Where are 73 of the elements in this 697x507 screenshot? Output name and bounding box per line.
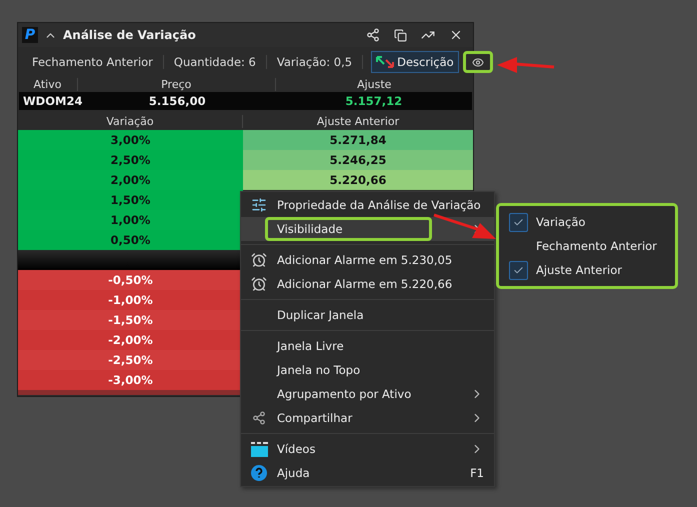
menu-item[interactable]: Propriedade da Análise de Variação [241,193,494,217]
menu-item-label: Agrupamento por Ativo [277,387,412,401]
table-cell: 1,50% [18,190,243,210]
share-icon [366,28,380,42]
menu-item[interactable]: Adicionar Alarme em 5.220,66 [241,272,494,296]
check-icon [513,264,524,276]
shortcut-label: F1 [470,466,484,480]
menu-item-label: Janela no Topo [277,363,362,377]
menu-item-label: Visibilidade [265,217,432,241]
arrows-icon [376,56,394,68]
annotation-arrow [432,213,498,241]
quote-cell-text: 5.156,00 [148,94,207,108]
menu-item-label: Janela Livre [277,339,345,353]
quote-cell-text: 5.157,12 [344,94,404,108]
menu-item-label: Adicionar Alarme em 5.220,66 [277,277,454,291]
windows-icon [394,28,407,42]
menu-item[interactable]: Agrupamento por Ativo [241,382,494,406]
table-cell: 5.246,25 [243,150,473,170]
menu-item[interactable]: Adicionar Alarme em 5.230,05 [241,248,494,272]
column-header: Ativo [18,78,78,91]
checkbox[interactable] [509,260,528,280]
toolbar-label: Quantidade: 6 [164,55,267,69]
description-button[interactable]: Descrição [371,51,459,73]
submenu-item-label: Ajuste Anterior [536,263,622,277]
menu-item[interactable]: Visibilidade [241,217,494,241]
menu-item[interactable]: Vídeos [241,437,494,461]
alarm-clock-icon [251,276,267,292]
submenu-item-label: Fechamento Anterior [536,239,657,253]
menu-item-label: Duplicar Janela [277,308,365,322]
window-title: Análise de Variação [63,28,197,42]
menu-item[interactable]: Janela no Topo [241,358,494,382]
submenu-item-label: Variação [536,215,586,229]
menu-item-label: Adicionar Alarme em 5.230,05 [277,253,454,267]
table-cell: -0,50% [18,270,243,290]
menu-item-label: Vídeos [277,442,316,456]
table-cell: 0,50% [18,230,243,250]
menu-item[interactable]: Ajuda F1 [241,461,494,485]
column-header: Ajuste [356,78,392,91]
app-logo: P [22,27,38,43]
menu-item[interactable]: Duplicar Janela [241,303,494,327]
table-cell: 2,00% [18,170,243,190]
check-icon [513,216,524,228]
table-cell: -2,00% [18,330,243,350]
column-header: Ajuste Anterior [316,114,400,128]
table-cell: 1,00% [18,210,243,230]
submenu-item[interactable]: Ajuste Anterior [499,258,675,282]
table-cell: -3,00% [18,370,243,390]
submenu-item[interactable]: Variação [499,210,675,234]
table-cell: -1,50% [18,310,243,330]
menu-item-label: Ajuda [277,466,311,480]
column-header: Preço [78,78,276,91]
table-cell: 5.271,84 [243,130,473,150]
menu-item[interactable]: Janela Livre [241,334,494,358]
visibility-button[interactable] [462,51,493,73]
settings-icon [251,197,267,213]
share-icon [252,411,266,425]
menu-item-label: Propriedade da Análise de Variação [277,198,482,212]
table-cell: -1,00% [18,290,243,310]
submenu-item[interactable]: Fechamento Anterior [499,234,675,258]
close-icon [449,28,463,42]
table-cell: 3,00% [18,130,243,150]
menu-item[interactable]: Compartilhar [241,406,494,430]
table-cell: 5.220,66 [243,170,473,190]
toolbar-label: Variação: 0,5 [266,55,364,69]
alarm-clock-icon [251,252,267,268]
table-cell: -2,50% [18,350,243,370]
help-icon [251,465,267,481]
table-cell: 2,50% [18,150,243,170]
video-icon [250,442,268,456]
menu-item-label: Compartilhar [277,411,354,425]
column-header: Variação [18,114,243,128]
toolbar-label: Fechamento Anterior [32,55,164,69]
checkbox[interactable] [509,212,528,232]
